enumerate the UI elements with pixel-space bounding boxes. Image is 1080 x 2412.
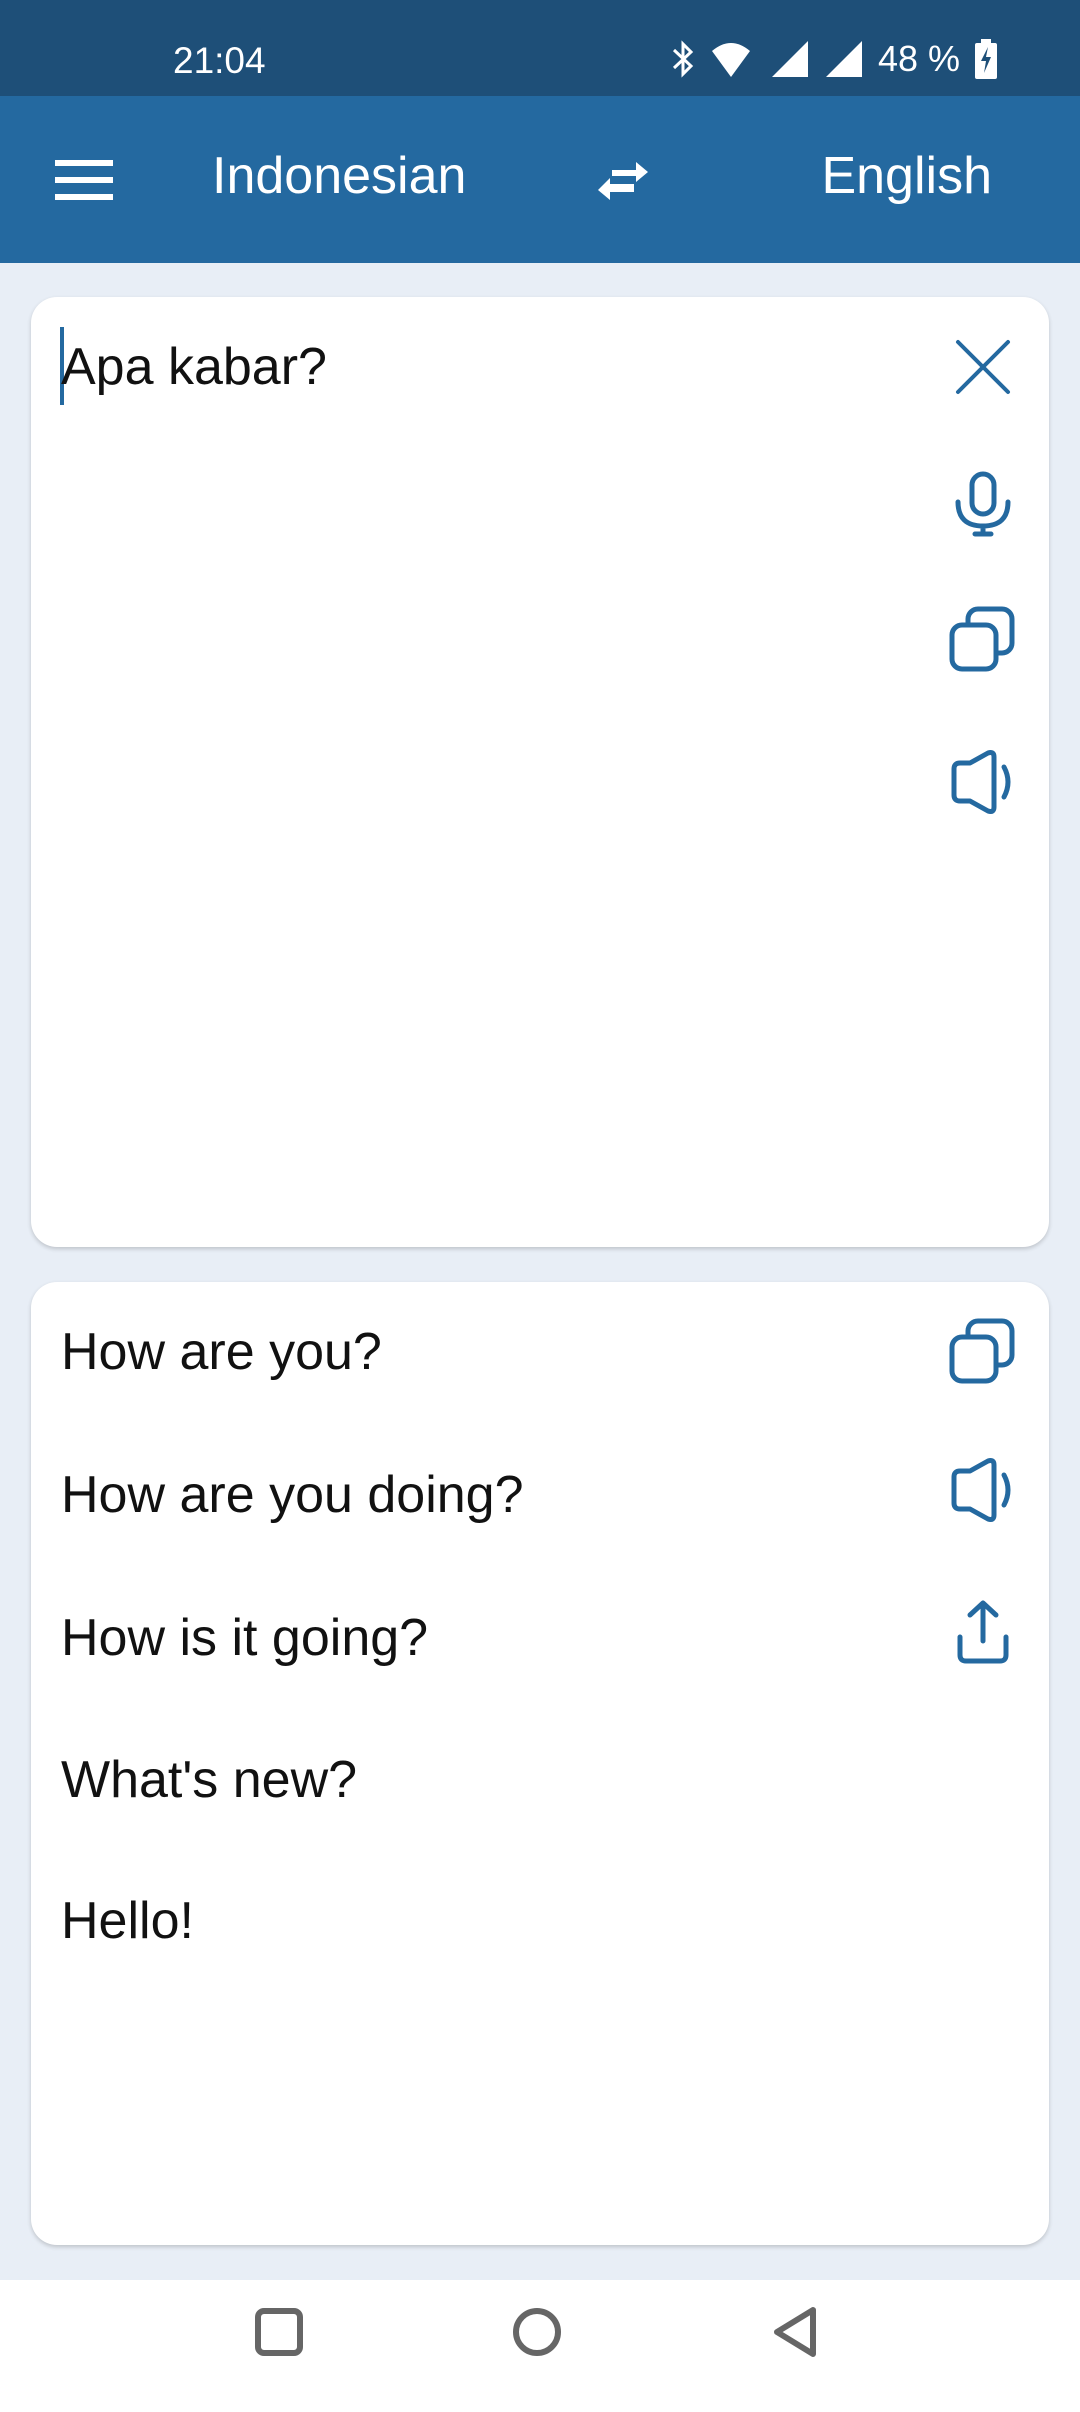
- results-card: How are you? How are you doing? How is i…: [31, 1282, 1049, 2245]
- speaker-icon[interactable]: [948, 1455, 1018, 1525]
- source-language-button[interactable]: Indonesian: [212, 146, 466, 206]
- translation-result[interactable]: What's new?: [61, 1750, 357, 1810]
- speaker-icon[interactable]: [948, 747, 1018, 817]
- battery-charging-icon: [975, 39, 997, 79]
- clock: 21:04: [173, 40, 266, 81]
- close-icon[interactable]: [948, 332, 1018, 402]
- translation-result[interactable]: Hello!: [61, 1891, 194, 1951]
- input-card: Apa kabar?: [31, 297, 1049, 1247]
- back-button[interactable]: [767, 2302, 827, 2362]
- wifi-icon: [711, 43, 750, 77]
- translation-result[interactable]: How is it going?: [61, 1608, 428, 1668]
- signal-icon: [771, 41, 808, 77]
- battery-percent: 48 %: [877, 38, 960, 79]
- target-language-button[interactable]: English: [821, 146, 992, 206]
- copy-icon[interactable]: [948, 605, 1018, 675]
- home-button[interactable]: [507, 2302, 567, 2362]
- signal-icon: [825, 41, 862, 77]
- status-bar: 21:04 48 %: [0, 0, 1080, 96]
- app-bar: Indonesian English: [0, 96, 1080, 263]
- bluetooth-icon: [672, 40, 694, 78]
- menu-icon[interactable]: [55, 160, 113, 200]
- recents-button[interactable]: [249, 2302, 309, 2362]
- copy-icon[interactable]: [948, 1317, 1018, 1387]
- swap-languages-icon[interactable]: [596, 158, 650, 202]
- source-text-input[interactable]: Apa kabar?: [61, 337, 327, 397]
- translation-result[interactable]: How are you?: [61, 1322, 382, 1382]
- microphone-icon[interactable]: [948, 470, 1018, 540]
- navigation-bar: [0, 2280, 1080, 2412]
- translation-result[interactable]: How are you doing?: [61, 1465, 524, 1525]
- share-icon[interactable]: [948, 1597, 1018, 1667]
